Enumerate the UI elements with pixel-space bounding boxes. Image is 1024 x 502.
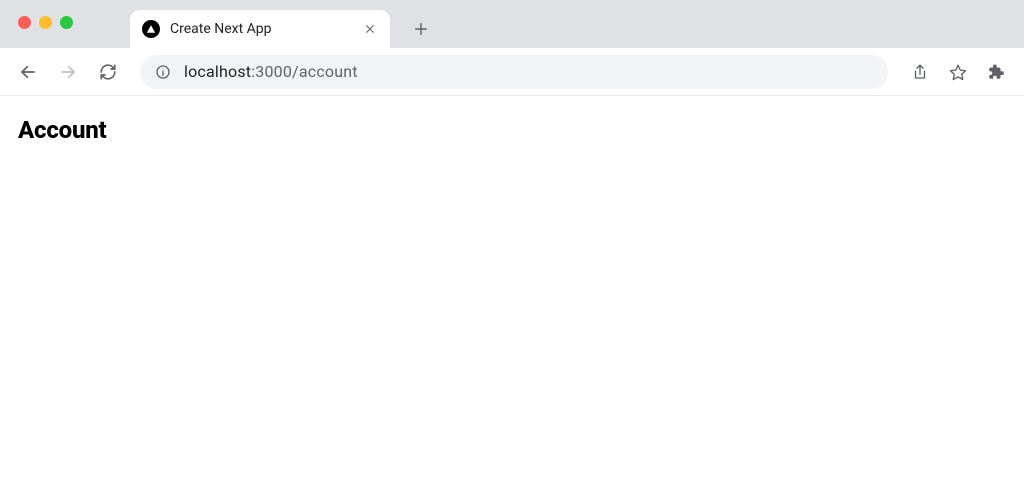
new-tab-button[interactable]	[406, 14, 436, 44]
address-bar[interactable]: localhost:3000/account	[140, 55, 888, 89]
vercel-favicon-icon	[142, 20, 160, 38]
browser-tab-strip: Create Next App	[0, 0, 1024, 48]
page-content: Account	[0, 96, 1024, 164]
url-text: localhost:3000/account	[184, 62, 874, 81]
window-controls	[18, 16, 73, 29]
extensions-button[interactable]	[980, 56, 1012, 88]
back-button[interactable]	[12, 56, 44, 88]
close-tab-icon[interactable]	[362, 21, 378, 37]
window-maximize-button[interactable]	[60, 16, 73, 29]
tab-title: Create Next App	[170, 21, 332, 37]
window-close-button[interactable]	[18, 16, 31, 29]
url-port-path: :3000/account	[251, 62, 358, 81]
browser-tab[interactable]: Create Next App	[130, 10, 390, 48]
window-minimize-button[interactable]	[39, 16, 52, 29]
forward-button[interactable]	[52, 56, 84, 88]
toolbar-right	[904, 56, 1012, 88]
share-button[interactable]	[904, 56, 936, 88]
bookmark-button[interactable]	[942, 56, 974, 88]
reload-button[interactable]	[92, 56, 124, 88]
url-host: localhost	[184, 62, 251, 81]
site-info-icon[interactable]	[154, 63, 172, 81]
tabs-row: Create Next App	[130, 0, 436, 48]
page-heading: Account	[18, 116, 1006, 144]
browser-toolbar: localhost:3000/account	[0, 48, 1024, 96]
